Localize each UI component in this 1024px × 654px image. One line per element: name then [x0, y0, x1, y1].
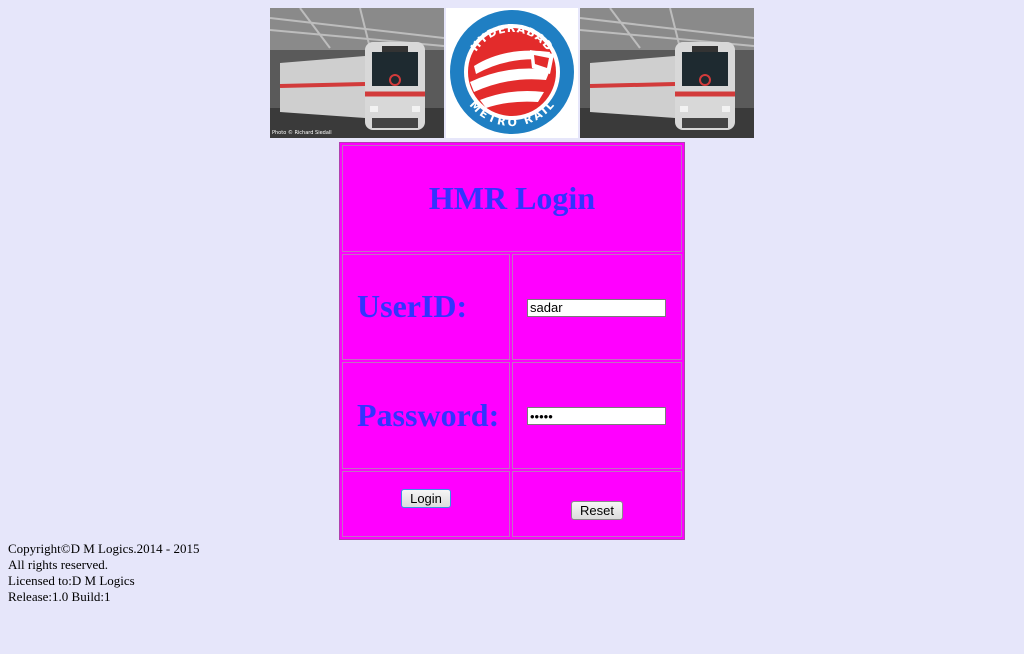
password-label-cell: Password:: [342, 362, 510, 469]
password-label: Password:: [357, 396, 500, 433]
login-title: HMR Login: [428, 179, 596, 216]
rights-text: All rights reserved.: [8, 557, 109, 572]
license-text: Licensed to:D M Logics: [8, 573, 135, 588]
copyright-text: Copyright©D M Logics.2014 - 2015: [8, 541, 200, 556]
footer: Copyright©D M Logics.2014 - 2015 All rig…: [8, 541, 200, 605]
hyderabad-metro-rail-logo: HYDERABAD METRO RAIL: [446, 8, 578, 138]
metro-train-photo-right: [580, 8, 754, 138]
photo-credit: Photo © Richard Siedall: [272, 130, 332, 136]
userid-label: UserID:: [357, 288, 468, 325]
header-banner: Photo © Richard Siedall HYDERABAD METRO …: [270, 8, 754, 138]
reset-button[interactable]: Reset: [571, 500, 623, 520]
reset-button-cell: Reset: [512, 470, 682, 537]
login-button-cell: Login: [342, 470, 510, 537]
release-text: Release:1.0 Build:1: [8, 589, 111, 604]
password-input-cell: [512, 362, 682, 469]
userid-label-cell: UserID:: [342, 253, 510, 361]
userid-input-cell: [512, 253, 682, 361]
userid-input[interactable]: [527, 298, 666, 317]
metro-train-photo-left: Photo © Richard Siedall: [270, 8, 444, 138]
login-button[interactable]: Login: [401, 488, 451, 508]
title-cell: HMR Login: [342, 145, 682, 252]
login-form-table: HMR Login UserID: Password: Login Reset: [339, 142, 685, 540]
password-input[interactable]: [527, 407, 666, 426]
